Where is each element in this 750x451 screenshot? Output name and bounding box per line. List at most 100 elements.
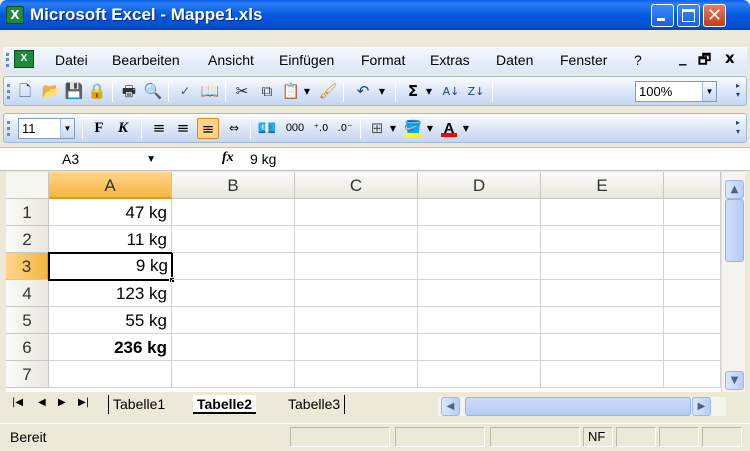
vertical-scrollbar[interactable]: ▲ ▼ [721,172,745,392]
cell-c4[interactable] [295,280,418,307]
cell-e6[interactable] [541,334,664,361]
cell-b4[interactable] [172,280,295,307]
spelling-icon[interactable]: ✓ [174,81,196,102]
cell-e4[interactable] [541,280,664,307]
cell-c3[interactable] [295,253,418,280]
open-icon[interactable]: 📂 [40,81,62,102]
menu-datei[interactable]: Datei [55,52,88,68]
row-header-1[interactable]: 1 [6,199,49,226]
cell-d5[interactable] [418,307,541,334]
fill-color-icon[interactable]: 🪣 [402,118,424,139]
cell-a7[interactable] [49,361,172,388]
save-icon[interactable]: 💾 [63,81,85,102]
cell-e7[interactable] [541,361,664,388]
chevron-down-icon[interactable]: ▼ [60,119,74,138]
horizontal-scrollbar[interactable]: ◀ ▶ [438,397,726,416]
cell-d4[interactable] [418,280,541,307]
cell-f3[interactable] [664,253,721,280]
column-header-e[interactable]: E [541,172,664,199]
cell-d2[interactable] [418,226,541,253]
cell-a2[interactable]: 11 kg [49,226,172,253]
menu-extras[interactable]: Extras [430,52,470,68]
cell-d7[interactable] [418,361,541,388]
cell-c1[interactable] [295,199,418,226]
doc-minimize-icon[interactable]: _ [679,48,687,66]
cell-b3[interactable] [172,253,295,280]
cell-e3[interactable] [541,253,664,280]
toolbar-grip[interactable] [7,84,10,99]
menu-daten[interactable]: Daten [496,52,533,68]
cell-d6[interactable] [418,334,541,361]
formula-input[interactable]: 9 kg [250,151,276,167]
cell-d1[interactable] [418,199,541,226]
column-header-f[interactable] [664,172,721,199]
doc-close-icon[interactable]: x [725,49,735,67]
autosum-dropdown-icon[interactable]: ▼ [424,81,434,102]
permission-icon[interactable]: 🔒 [86,81,108,102]
cell-c2[interactable] [295,226,418,253]
align-right-icon[interactable]: ≡ [197,118,219,139]
column-header-a[interactable]: A [49,172,172,199]
insert-function-button[interactable]: fx [222,150,234,166]
thousands-icon[interactable]: 000 [282,118,308,139]
borders-dropdown-icon[interactable]: ▼ [388,118,398,139]
row-header-6[interactable]: 6 [6,334,49,361]
print-preview-icon[interactable]: 🔍 [142,81,164,102]
italic-button[interactable]: K [112,118,134,139]
format-painter-icon[interactable]: 🖌 [317,81,339,102]
font-color-icon[interactable]: A [438,118,460,139]
scroll-up-icon[interactable]: ▲ [725,180,744,199]
font-color-dropdown-icon[interactable]: ▼ [461,118,471,139]
cell-e1[interactable] [541,199,664,226]
last-sheet-icon[interactable]: ▶| [78,397,89,408]
toolbar-options-icon[interactable]: ▸ ▾ [736,118,744,136]
cell-b5[interactable] [172,307,295,334]
print-icon[interactable]: 🖶 [118,81,140,102]
cell-f4[interactable] [664,280,721,307]
workbook-icon[interactable]: X [14,50,34,68]
cell-f2[interactable] [664,226,721,253]
cell-b1[interactable] [172,199,295,226]
menu-help[interactable]: ? [634,52,642,68]
cell-a5[interactable]: 55 kg [49,307,172,334]
toolbar-grip[interactable] [7,121,10,136]
bold-button[interactable]: F [88,118,110,139]
paste-icon[interactable]: 📋 [280,81,302,102]
menu-format[interactable]: Format [361,52,405,68]
prev-sheet-icon[interactable]: ◀ [38,397,46,408]
scroll-right-icon[interactable]: ▶ [692,397,711,416]
sort-ascending-icon[interactable]: A↓ [440,81,462,102]
row-header-7[interactable]: 7 [6,361,49,388]
cell-f5[interactable] [664,307,721,334]
borders-icon[interactable]: ⊞ [366,118,388,139]
sheet-tab-tabelle2[interactable]: Tabelle2 [193,395,256,414]
menu-ansicht[interactable]: Ansicht [208,52,254,68]
cell-c7[interactable] [295,361,418,388]
name-box[interactable]: A3 ▼ [4,150,164,169]
cell-e5[interactable] [541,307,664,334]
scroll-left-icon[interactable]: ◀ [441,397,460,416]
increase-decimal-icon[interactable]: ⁺.0 [310,118,332,139]
new-icon[interactable]: 🗋 [14,81,36,102]
sheet-tab-tabelle3[interactable]: Tabelle3 [284,395,346,414]
chevron-down-icon[interactable]: ▼ [702,82,716,101]
cell-c5[interactable] [295,307,418,334]
copy-icon[interactable]: ⧉ [256,81,278,102]
cell-b7[interactable] [172,361,295,388]
chevron-down-icon[interactable]: ▼ [146,150,156,169]
cell-f6[interactable] [664,334,721,361]
cut-icon[interactable]: ✂ [231,81,253,102]
research-icon[interactable]: 📖 [199,81,221,102]
decrease-decimal-icon[interactable]: .0⁻ [334,118,356,139]
cell-a1[interactable]: 47 kg [49,199,172,226]
menu-bearbeiten[interactable]: Bearbeiten [112,52,180,68]
cell-b6[interactable] [172,334,295,361]
align-center-icon[interactable]: ≡ [172,118,194,139]
maximize-button[interactable] [677,4,700,27]
undo-dropdown-icon[interactable]: ▼ [377,81,387,102]
scroll-thumb[interactable] [465,397,691,416]
font-size-select[interactable]: 11 ▼ [18,118,75,139]
excel-app-icon[interactable]: X [6,6,24,24]
row-header-4[interactable]: 4 [6,280,49,307]
first-sheet-icon[interactable]: |◀ [12,397,23,408]
